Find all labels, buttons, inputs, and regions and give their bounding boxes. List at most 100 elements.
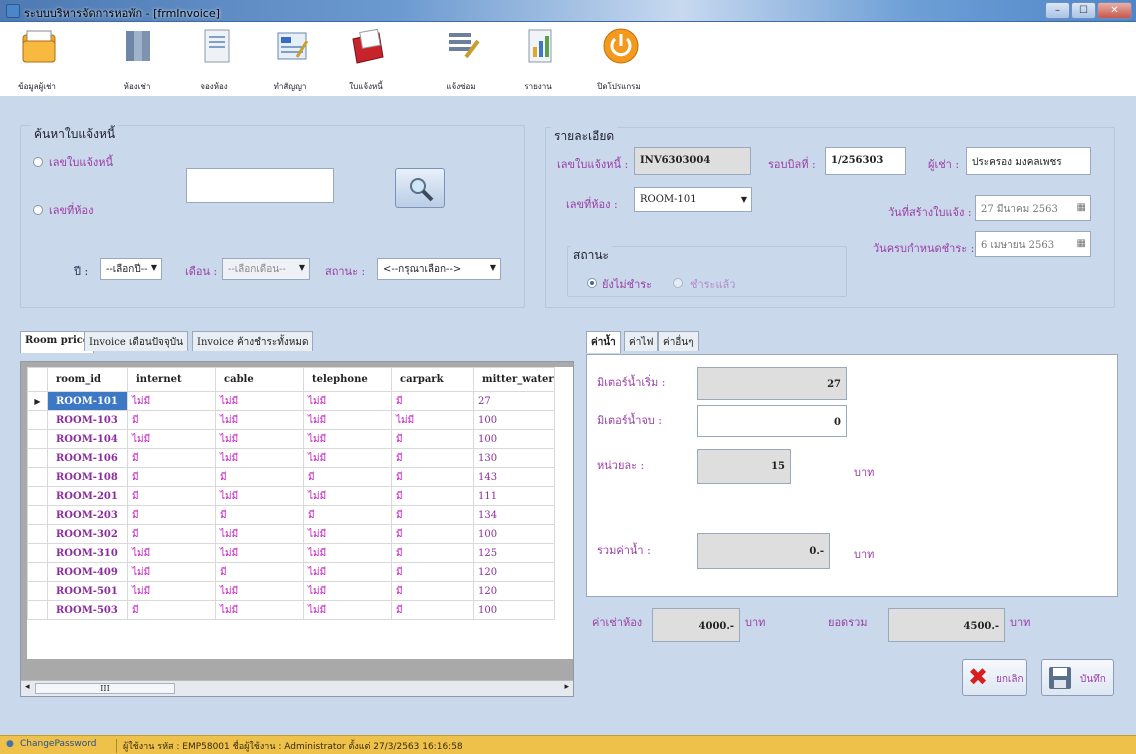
month-dropdown[interactable]: --เลือกเดือน-- ▼ (222, 258, 310, 280)
table-cell[interactable]: ไม่มี (303, 524, 392, 544)
scrollbar-thumb[interactable]: III (35, 683, 175, 694)
table-cell[interactable]: ไม่มี (127, 581, 216, 601)
table-cell[interactable]: ROOM-106 (47, 448, 128, 468)
column-header[interactable]: internet (127, 367, 216, 392)
cycle-field[interactable]: 1/256303 (825, 147, 906, 175)
table-cell[interactable]: ROOM-302 (47, 524, 128, 544)
table-cell[interactable]: มี (391, 486, 474, 506)
table-cell[interactable]: ไม่มี (127, 429, 216, 449)
table-cell[interactable]: มี (127, 467, 216, 487)
table-cell[interactable]: ไม่มี (303, 448, 392, 468)
invoice-no-field[interactable]: INV6303004 (634, 147, 751, 175)
table-row[interactable]: ROOM-201 มี ไม่มี ไม่มี มี 111 (27, 486, 555, 506)
row-header[interactable] (27, 505, 48, 525)
table-cell[interactable]: ไม่มี (215, 429, 304, 449)
column-header[interactable]: cable (215, 367, 304, 392)
close-button[interactable]: ✕ (1097, 2, 1132, 19)
table-cell[interactable]: ROOM-104 (47, 429, 128, 449)
radio-unpaid[interactable] (587, 278, 597, 288)
table-cell[interactable]: มี (127, 505, 216, 525)
search-input[interactable] (186, 168, 334, 203)
row-header[interactable] (27, 486, 48, 506)
room-dropdown[interactable]: ROOM-101 ▼ (634, 187, 752, 212)
water-unit-field[interactable]: 15 (697, 449, 791, 484)
table-cell[interactable]: 143 (473, 467, 555, 487)
table-cell[interactable]: ไม่มี (215, 600, 304, 620)
table-cell[interactable]: ไม่มี (303, 600, 392, 620)
table-row[interactable]: ROOM-203 มี มี มี มี 134 (27, 505, 555, 525)
due-date-picker[interactable]: 6 เมษายน 2563 ▦ (975, 231, 1091, 257)
row-header[interactable] (27, 581, 48, 601)
column-header[interactable]: telephone (303, 367, 392, 392)
column-header[interactable]: carpark (391, 367, 474, 392)
table-cell[interactable]: 100 (473, 429, 555, 449)
table-cell[interactable]: ROOM-503 (47, 600, 128, 620)
table-cell[interactable]: ไม่มี (303, 562, 392, 582)
column-header[interactable]: mitter_water (473, 367, 555, 392)
table-cell[interactable]: มี (215, 467, 304, 487)
table-cell[interactable]: ROOM-203 (47, 505, 128, 525)
table-row[interactable]: ROOM-310 ไม่มี ไม่มี ไม่มี มี 125 (27, 543, 555, 563)
status-dropdown[interactable]: <--กรุณาเลือก--> ▼ (377, 258, 501, 280)
table-cell[interactable]: ROOM-201 (47, 486, 128, 506)
tab-water[interactable]: ค่าน้ำ (586, 331, 621, 353)
table-cell[interactable]: 111 (473, 486, 555, 506)
row-header[interactable] (27, 448, 48, 468)
maximize-button[interactable]: ☐ (1071, 2, 1096, 19)
table-cell[interactable]: มี (391, 562, 474, 582)
table-cell[interactable]: มี (127, 410, 216, 430)
table-row[interactable]: ROOM-409 ไม่มี มี ไม่มี มี 120 (27, 562, 555, 582)
table-cell[interactable]: ไม่มี (215, 391, 304, 411)
table-cell[interactable]: มี (391, 581, 474, 601)
table-row[interactable]: ▶ ROOM-101 ไม่มี ไม่มี ไม่มี มี 27 (27, 391, 555, 411)
table-cell[interactable]: 120 (473, 581, 555, 601)
table-cell[interactable]: ไม่มี (303, 391, 392, 411)
table-cell[interactable]: ไม่มี (391, 410, 474, 430)
table-cell[interactable]: 125 (473, 543, 555, 563)
water-start-field[interactable]: 27 (697, 367, 847, 400)
grand-total-field[interactable]: 4500.- (888, 608, 1005, 642)
tab-invoice-current[interactable]: Invoice เดือนปัจจุบัน (84, 331, 188, 351)
room-price-grid[interactable]: room_id internet cable telephone carpark… (20, 361, 574, 697)
table-cell[interactable]: มี (303, 505, 392, 525)
cancel-button[interactable]: ✖ ยกเลิก (962, 659, 1027, 696)
table-cell[interactable]: มี (391, 505, 474, 525)
table-cell[interactable]: ไม่มี (303, 543, 392, 563)
create-date-picker[interactable]: 27 มีนาคม 2563 ▦ (975, 195, 1091, 221)
tab-invoice-overdue[interactable]: Invoice ค้างชำระทั้งหมด (192, 331, 314, 351)
save-button[interactable]: บันทึก (1041, 659, 1114, 696)
row-header[interactable] (27, 600, 48, 620)
table-cell[interactable]: ROOM-310 (47, 543, 128, 563)
minimize-button[interactable]: – (1045, 2, 1070, 19)
tab-other[interactable]: ค่าอื่นๆ (658, 331, 699, 351)
radio-paid[interactable] (673, 278, 683, 288)
table-cell[interactable]: 120 (473, 562, 555, 582)
toolbar-tenant-button[interactable]: ข้อมูลผู้เช่า (4, 22, 70, 97)
year-dropdown[interactable]: --เลือกปี-- ▼ (100, 258, 162, 280)
toolbar-booking-button[interactable]: จองห้อง (181, 22, 247, 97)
water-end-field[interactable]: 0 (697, 405, 847, 437)
table-cell[interactable]: ไม่มี (215, 524, 304, 544)
table-cell[interactable]: 100 (473, 600, 555, 620)
table-cell[interactable]: 100 (473, 410, 555, 430)
table-cell[interactable]: ROOM-103 (47, 410, 128, 430)
row-header[interactable] (27, 429, 48, 449)
toolbar-report-button[interactable]: รายงาน (505, 22, 571, 97)
toolbar-repair-button[interactable]: แจ้งซ่อม (428, 22, 494, 97)
scroll-right-icon[interactable]: ▸ (564, 682, 569, 692)
table-cell[interactable]: มี (215, 505, 304, 525)
table-cell[interactable]: ไม่มี (303, 581, 392, 601)
change-password-link[interactable]: ChangePassword (20, 739, 97, 749)
table-cell[interactable]: มี (303, 467, 392, 487)
table-cell[interactable]: ไม่มี (215, 581, 304, 601)
table-cell[interactable]: ไม่มี (215, 543, 304, 563)
table-row[interactable]: ROOM-104 ไม่มี ไม่มี ไม่มี มี 100 (27, 429, 555, 449)
table-cell[interactable]: ไม่มี (215, 410, 304, 430)
table-cell[interactable]: มี (391, 391, 474, 411)
table-cell[interactable]: มี (127, 524, 216, 544)
table-row[interactable]: ROOM-503 มี ไม่มี ไม่มี มี 100 (27, 600, 555, 620)
toolbar-rooms-button[interactable]: ห้องเช่า (104, 22, 170, 97)
table-row[interactable]: ROOM-302 มี ไม่มี ไม่มี มี 100 (27, 524, 555, 544)
table-cell[interactable]: ROOM-501 (47, 581, 128, 601)
table-cell[interactable]: ไม่มี (303, 410, 392, 430)
